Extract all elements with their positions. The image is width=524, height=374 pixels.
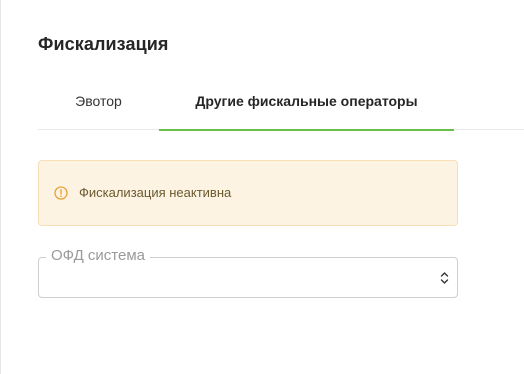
tab-evotor[interactable]: Эвотор <box>38 78 159 130</box>
tab-other-fiscal-operators[interactable]: Другие фискальные операторы <box>159 78 454 131</box>
tab-bar: Эвотор Другие фискальные операторы <box>38 78 524 131</box>
page-title: Фискализация <box>38 34 169 54</box>
tab-evotor-label: Эвотор <box>75 93 122 109</box>
fiscalization-status-alert: Фискализация неактивна <box>38 160 458 226</box>
info-circle-icon <box>54 186 68 200</box>
active-tab-indicator <box>159 129 454 131</box>
fiscalization-panel: Фискализация Эвотор Другие фискальные оп… <box>0 0 524 374</box>
alert-text: Фискализация неактивна <box>79 185 232 200</box>
select-updown-icon <box>440 272 449 284</box>
tab-other-fiscal-operators-label: Другие фискальные операторы <box>195 93 418 109</box>
ofd-system-label: ОФД система <box>46 247 150 264</box>
